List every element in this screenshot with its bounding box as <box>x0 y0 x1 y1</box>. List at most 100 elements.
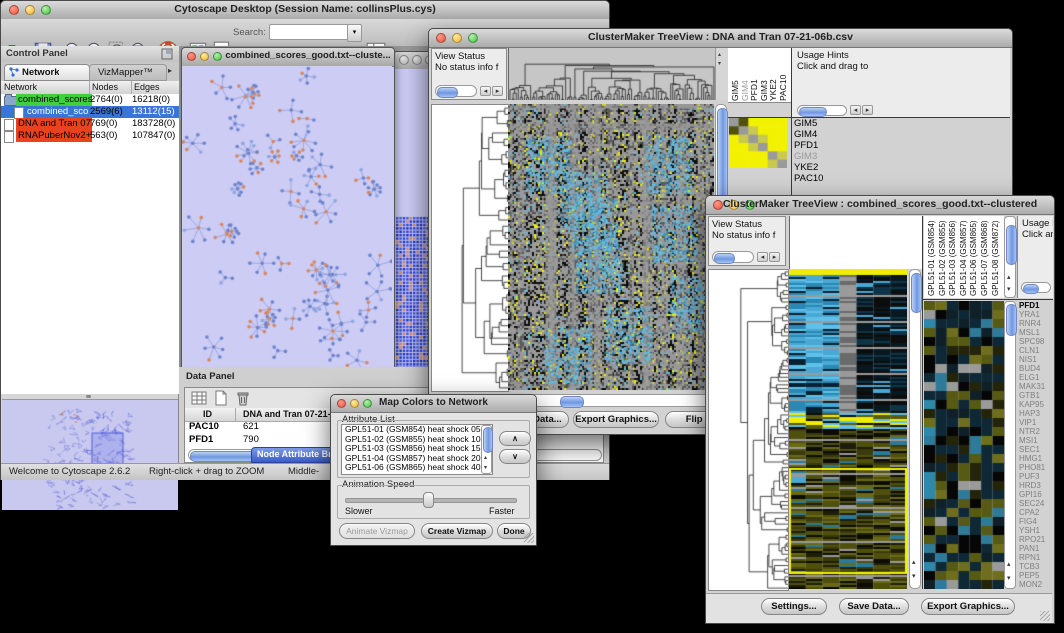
export-graphics-button[interactable]: Export Graphics... <box>573 411 659 428</box>
scroll-left-icon[interactable]: ◂ <box>850 105 861 115</box>
search-dropdown-icon[interactable]: ▾ <box>347 24 362 42</box>
scroll-down-icon[interactable]: ▾ <box>1007 285 1011 293</box>
tv2-column-label[interactable]: GPL51-01 (GSM854) <box>927 220 936 296</box>
tv2-column-label[interactable]: GPL51-03 (GSM856) <box>948 220 957 296</box>
network-window-2-titlebar[interactable] <box>394 52 430 70</box>
tv1-heatmap[interactable] <box>508 104 714 390</box>
tv2-gene-label[interactable]: VIP1 <box>1019 418 1053 427</box>
scroll-up-icon[interactable]: ▴ <box>484 454 487 461</box>
treeview1-titlebar[interactable]: ClusterMaker TreeView : DNA and Tran 07-… <box>429 29 1012 48</box>
minimize-icon[interactable] <box>200 52 209 61</box>
scroll-left-icon[interactable]: ◂ <box>480 86 491 96</box>
tv2-column-label[interactable]: GPL51-02 (GSM855) <box>938 220 947 296</box>
scrollbar-thumb[interactable] <box>714 253 735 264</box>
tv1-column-label[interactable]: GIM5 <box>731 80 740 101</box>
tv2-column-label[interactable]: GPL51-06 (GSM865) <box>969 220 978 296</box>
tv2-column-label[interactable]: GPL51-07 (GSM868) <box>980 220 989 296</box>
tv2-gene-label[interactable]: MSI1 <box>1019 436 1053 445</box>
slider-thumb[interactable] <box>423 492 434 508</box>
tv2-gene-label[interactable]: NTR2 <box>1019 427 1053 436</box>
select-attributes-icon[interactable] <box>191 390 207 406</box>
tv2-gene-label[interactable]: HRD3 <box>1019 481 1053 490</box>
create-vizmap-button[interactable]: Create Vizmap <box>421 523 493 539</box>
scrollbar-thumb[interactable] <box>1006 304 1017 336</box>
tv2-gene-label[interactable]: ELG1 <box>1019 373 1053 382</box>
tv1-gene-label[interactable]: GIM5 <box>794 118 894 129</box>
tv1-gene-label[interactable]: GIM3 <box>794 151 894 162</box>
network-row[interactable]: DNA and Tran 07769(0)183728(0) <box>1 118 179 130</box>
move-up-button[interactable]: ∧ <box>499 431 531 446</box>
scroll-up-icon[interactable]: ▴ <box>718 51 721 58</box>
new-attribute-icon[interactable] <box>213 390 229 406</box>
scrollbar-thumb[interactable] <box>911 273 922 313</box>
dialog-titlebar[interactable]: Map Colors to Network <box>331 395 536 413</box>
tv2-labels-vscrollbar[interactable]: ▴ ▾ <box>1004 216 1016 298</box>
tv1-column-dendrogram[interactable] <box>508 48 715 100</box>
tv2-gene-label[interactable]: NIS1 <box>1019 355 1053 364</box>
tv2-gene-label[interactable]: HAP3 <box>1019 409 1053 418</box>
tv2-gene-label[interactable]: CLN1 <box>1019 346 1053 355</box>
attribute-item[interactable]: GPL51-07 (GSM868) heat shock 60 min <box>342 473 492 476</box>
tv2-gene-label[interactable]: SEC24 <box>1019 499 1053 508</box>
tab-overflow-icon[interactable]: ▸ <box>168 66 172 75</box>
network-window-titlebar[interactable]: combined_scores_good.txt--cluste... <box>182 48 394 67</box>
tv2-gene-label[interactable]: YSH1 <box>1019 526 1053 535</box>
scrollbar-thumb[interactable] <box>437 87 458 98</box>
scrollbar-thumb[interactable] <box>799 107 827 117</box>
tv2-gene-label[interactable]: CPA2 <box>1019 508 1053 517</box>
tv2-row-dendrogram[interactable] <box>708 269 789 591</box>
tv2-gene-label[interactable]: HMG1 <box>1019 454 1053 463</box>
settings-button[interactable]: Settings... <box>761 598 827 615</box>
tv2-zoom-vscrollbar[interactable]: ▴ ▾ <box>1004 301 1016 589</box>
scroll-down-icon[interactable]: ▾ <box>484 464 487 471</box>
scroll-right-icon[interactable]: ▸ <box>769 252 780 262</box>
main-titlebar[interactable]: Cytoscape Desktop (Session Name: collins… <box>1 1 609 20</box>
network-canvas[interactable] <box>182 66 392 369</box>
scroll-up-icon[interactable]: ▴ <box>1007 560 1011 568</box>
splitter-handle[interactable] <box>86 395 91 398</box>
minimize-icon[interactable] <box>412 55 422 65</box>
tv2-gene-label[interactable]: PUF3 <box>1019 472 1053 481</box>
tv1-gene-label[interactable]: YKE2 <box>794 162 894 173</box>
tv2-global-vscrollbar[interactable]: ▴ ▾ <box>909 269 921 589</box>
tv1-column-label[interactable]: YKE2 <box>769 79 778 101</box>
tab-network[interactable]: Network <box>4 64 90 81</box>
search-input[interactable] <box>269 24 349 40</box>
tv2-gene-label[interactable]: MAK31 <box>1019 382 1053 391</box>
tv2-column-dendrogram-area[interactable] <box>789 216 922 269</box>
tv2-gene-label[interactable]: GPI16 <box>1019 490 1053 499</box>
attribute-list-scrollbar[interactable]: ▴ ▾ <box>481 425 492 474</box>
tv2-gene-label[interactable]: RNR4 <box>1019 319 1053 328</box>
network-canvas-dense[interactable] <box>394 69 430 370</box>
tv2-gene-label[interactable]: TCB3 <box>1019 562 1053 571</box>
resize-grip[interactable] <box>524 533 534 543</box>
tv2-gene-label[interactable]: PAN1 <box>1019 544 1053 553</box>
scroll-down-icon[interactable]: ▾ <box>912 572 916 580</box>
zoom-window-icon[interactable] <box>213 52 222 61</box>
scroll-down-icon[interactable]: ▾ <box>718 60 721 67</box>
scroll-down-icon[interactable]: ▾ <box>1007 574 1011 582</box>
attribute-list[interactable]: GPL51-01 (GSM854) heat shock 05 minGPL51… <box>341 424 493 475</box>
tv1-column-label[interactable]: PFD1 <box>750 79 759 101</box>
scrollbar-thumb[interactable] <box>483 427 493 453</box>
tv2-gene-label[interactable]: YRA1 <box>1019 310 1053 319</box>
tv2-gene-label[interactable]: KAP95 <box>1019 400 1053 409</box>
tv2-gene-label[interactable]: PEP5 <box>1019 571 1053 580</box>
tv2-gene-label[interactable]: SPC98 <box>1019 337 1053 346</box>
tv2-column-label[interactable]: GPL51-08 (GSM872) <box>991 220 1000 296</box>
tv2-global-heatmap[interactable] <box>789 269 907 589</box>
scroll-left-icon[interactable]: ◂ <box>757 252 768 262</box>
birdseye-canvas[interactable] <box>2 400 178 510</box>
export-graphics-button[interactable]: Export Graphics... <box>921 598 1015 615</box>
close-icon[interactable] <box>187 52 196 61</box>
tv2-gene-label[interactable]: GTB1 <box>1019 391 1053 400</box>
tv1-row-dendrogram[interactable] <box>431 104 509 392</box>
close-icon[interactable] <box>399 55 409 65</box>
scrollbar-thumb[interactable] <box>560 396 584 408</box>
scrollbar-thumb[interactable] <box>1006 225 1017 265</box>
animate-vizmap-button[interactable]: Animate Vizmap <box>339 523 415 539</box>
scroll-right-icon[interactable]: ▸ <box>862 105 873 115</box>
birdseye-view[interactable] <box>2 399 178 510</box>
tv2-gene-label[interactable]: RPN1 <box>1019 553 1053 562</box>
tv1-gene-label[interactable]: PAC10 <box>794 173 894 184</box>
